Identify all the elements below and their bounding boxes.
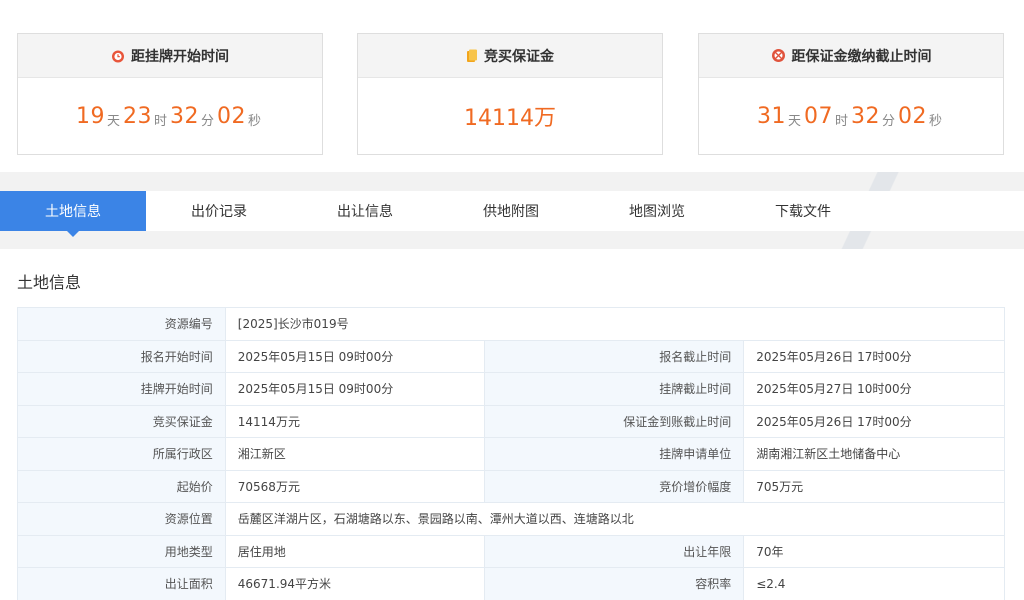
field-value: 2025年05月15日 09时00分	[224, 372, 485, 406]
card-title: 距挂牌开始时间	[131, 48, 229, 65]
field-value: 2025年05月15日 09时00分	[224, 339, 485, 373]
field-label: 竞价增价幅度	[483, 469, 745, 503]
field-value: 2025年05月26日 17时00分	[743, 404, 1005, 438]
land-info-panel: 土地信息 资源编号 [2025]长沙市019号 报名开始时间 2025年05月1…	[0, 249, 1024, 600]
countdown-value: 31 天 07 时 32 分 02 秒	[756, 103, 943, 129]
field-value: 2025年05月26日 17时00分	[743, 339, 1005, 373]
field-label: 报名开始时间	[17, 339, 226, 373]
field-label: 挂牌开始时间	[17, 372, 226, 406]
table-row: 竞买保证金 14114万元 保证金到账截止时间 2025年05月26日 17时0…	[17, 404, 1005, 438]
tab-download-files[interactable]: 下载文件	[730, 191, 876, 231]
field-label: 用地类型	[17, 534, 226, 568]
field-value: 14114万元	[224, 404, 485, 438]
field-value: 居住用地	[224, 534, 485, 568]
tab-land-attachments[interactable]: 供地附图	[438, 191, 584, 231]
table-row: 所属行政区 湘江新区 挂牌申请单位 湖南湘江新区土地储备中心	[17, 437, 1005, 471]
field-label: 起始价	[17, 469, 226, 503]
tab-bid-records[interactable]: 出价记录	[146, 191, 292, 231]
field-label: 所属行政区	[17, 437, 226, 471]
card-title: 距保证金缴纳截止时间	[791, 48, 932, 65]
field-value: 705万元	[743, 469, 1005, 503]
timer-icon	[771, 48, 786, 63]
table-row: 资源位置 岳麓区洋湖片区，石湖塘路以东、景园路以南、潭州大道以西、连塘路以北	[17, 502, 1006, 536]
field-value: 70568万元	[224, 469, 485, 503]
field-value: 湖南湘江新区土地储备中心	[743, 437, 1005, 471]
field-label: 出让年限	[483, 534, 745, 568]
deposit-deadline-countdown-card: 距保证金缴纳截止时间 31 天 07 时 32 分 02 秒	[698, 33, 1004, 155]
table-row: 报名开始时间 2025年05月15日 09时00分 报名截止时间 2025年05…	[17, 339, 1005, 373]
land-info-table: 资源编号 [2025]长沙市019号 报名开始时间 2025年05月15日 09…	[17, 307, 1006, 600]
field-value: 湘江新区	[224, 437, 485, 471]
deposit-amount: 14114万	[464, 106, 556, 131]
coins-icon	[466, 49, 478, 63]
field-label: 报名截止时间	[483, 339, 745, 373]
field-label: 竞买保证金	[17, 404, 226, 438]
field-label: 保证金到账截止时间	[483, 404, 745, 438]
countdown-value: 19 天 23 时 32 分 02 秒	[75, 103, 262, 129]
field-value: [2025]长沙市019号	[224, 307, 1006, 341]
field-label: 容积率	[483, 567, 745, 600]
listing-start-countdown-card: 距挂牌开始时间 19 天 23 时 32 分 02 秒	[17, 33, 323, 155]
alarm-clock-icon	[111, 49, 125, 63]
table-row: 起始价 70568万元 竞价增价幅度 705万元	[17, 469, 1005, 503]
field-label: 挂牌申请单位	[483, 437, 745, 471]
table-row: 出让面积 46671.94平方米 容积率 ≤2.4	[17, 567, 1005, 600]
table-row: 资源编号 [2025]长沙市019号	[17, 307, 1006, 341]
table-row: 用地类型 居住用地 出让年限 70年	[17, 534, 1005, 568]
table-row: 挂牌开始时间 2025年05月15日 09时00分 挂牌截止时间 2025年05…	[17, 372, 1005, 406]
field-value: 46671.94平方米	[224, 567, 485, 600]
field-label: 资源位置	[17, 502, 226, 536]
tab-map-view[interactable]: 地图浏览	[584, 191, 730, 231]
field-value: 岳麓区洋湖片区，石湖塘路以东、景园路以南、潭州大道以西、连塘路以北	[224, 502, 1006, 536]
countdown-panel: 距挂牌开始时间 19 天 23 时 32 分 02 秒 竞买保证金 14114万 距保证…	[0, 0, 1024, 172]
field-label: 挂牌截止时间	[483, 372, 745, 406]
tab-transfer-info[interactable]: 出让信息	[292, 191, 438, 231]
deposit-card: 竞买保证金 14114万	[357, 33, 663, 155]
field-value: ≤2.4	[743, 567, 1005, 600]
field-label: 资源编号	[17, 307, 226, 341]
card-title: 竞买保证金	[484, 48, 554, 65]
tab-bar: 土地信息 出价记录 出让信息 供地附图 地图浏览 下载文件	[0, 191, 1024, 237]
tab-land-info[interactable]: 土地信息	[0, 191, 146, 237]
field-value: 2025年05月27日 10时00分	[743, 372, 1005, 406]
field-label: 出让面积	[17, 567, 226, 600]
section-title: 土地信息	[17, 273, 82, 292]
field-value: 70年	[743, 534, 1005, 568]
